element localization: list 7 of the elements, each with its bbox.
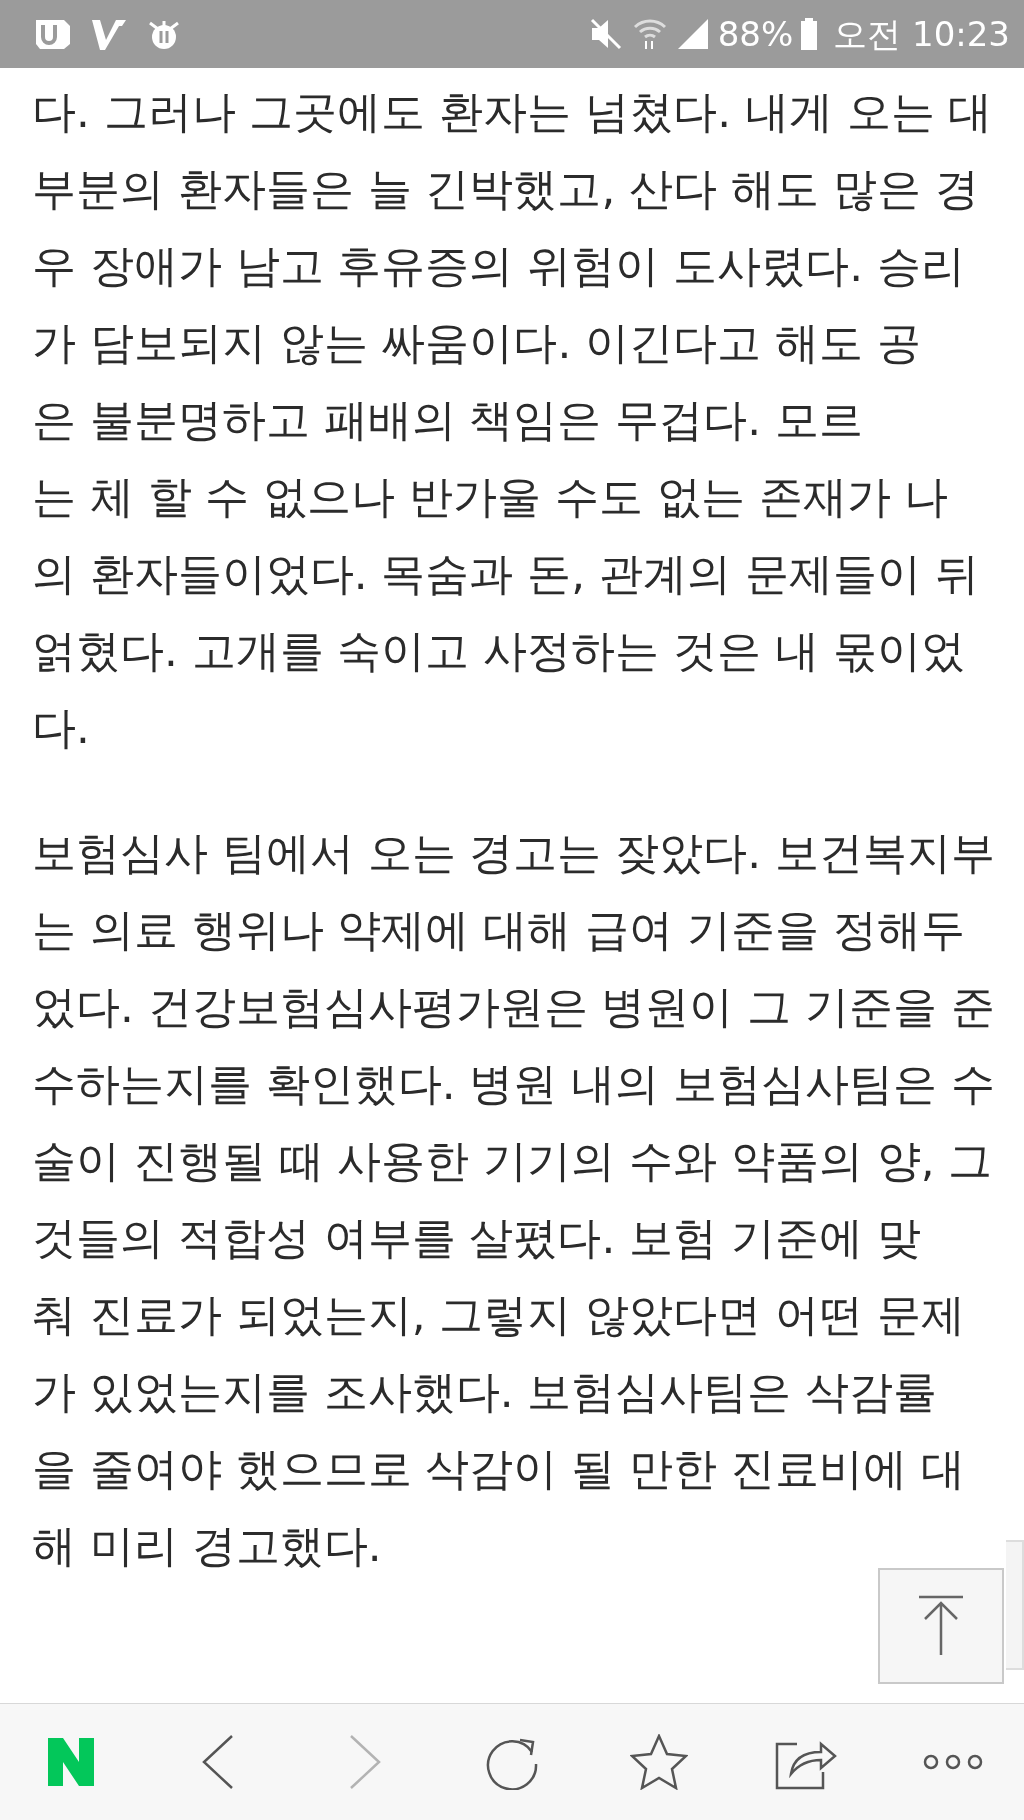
battery-percentage: 88% (717, 17, 794, 51)
paragraph: 보험심사 팀에서 오는 경고는 잦았다. 보건복지부 는 의료 행위나 약제에 대해 급여 기준을 정해두 었다. 건강보험심사평가원은 병원이 그 기준을 준 수하는지를 확인했다. 병원 내의 보험심사팀은 수 술이 진행될 때 사용한 기기의 수와 약품의 양, 그 것들의 적합성 여부를 살폈다. 보험 기준에 맞 춰 진료가 되었는지, 그렇지 않았다면 어떤 문제 가 있었는지를 조사했다. 보험심사팀은 삭감률 을 줄여야 했으므로 삭감이 될 만한 진료비에 대 해 미리 경고했다. (32, 827, 995, 1573)
battery-icon (801, 18, 818, 50)
wifi-icon (631, 17, 668, 51)
arrow-up-icon (917, 1595, 965, 1657)
clock: 오전 10:23 (833, 17, 1010, 51)
paragraph: 다. 그러나 그곳에도 환자는 넘쳤다. 내게 오는 대 부분의 환자들은 늘 긴박했고, 산다 해도 많은 경 우 장애가 남고 후유증의 위험이 도사렸다. 승리 가 담보되지 않는 싸움이다. 이긴다고 해도 공 은 불분명하고 패배의 책임은 무겁다. 모르 는 체 할 수 없으나 반가울 수도 없는 존재가 나 의 환자들이었다. 목숨과 돈, 관계의 문제들이 뒤 얽혔다. 고개를 숙이고 사정하는 것은 내 몫이었 다. (32, 86, 993, 755)
